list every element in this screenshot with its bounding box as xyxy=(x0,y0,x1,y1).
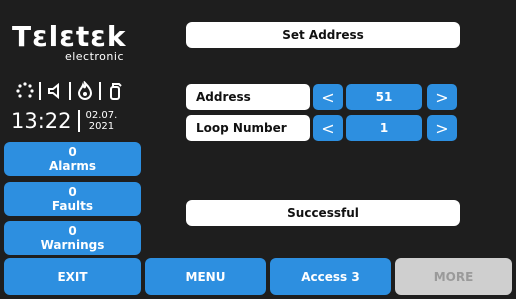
result-status: Successful xyxy=(186,200,460,226)
warnings-count: 0 xyxy=(68,224,77,238)
clock: 13:22 02.07. 2021 xyxy=(11,109,117,133)
more-button[interactable]: MORE xyxy=(395,258,512,295)
chevron-left-icon: < xyxy=(321,118,335,138)
alarms-count: 0 xyxy=(68,145,77,159)
address-value: 51 xyxy=(346,84,422,110)
separator xyxy=(39,82,41,100)
clock-time: 13:22 xyxy=(11,109,72,133)
separator xyxy=(77,110,80,132)
clock-date-day: 02.07. xyxy=(85,110,118,121)
logo-brand: Tεlεtεk xyxy=(12,20,127,53)
address-decrement-button[interactable]: < xyxy=(313,84,343,110)
extinguisher-icon xyxy=(105,81,125,101)
screen: Tεlεtεk electronic 13:22 02.07. 2021 0 A… xyxy=(0,0,516,299)
teletek-logo: Tεlεtεk electronic xyxy=(12,20,142,64)
chevron-right-icon: > xyxy=(435,118,449,138)
clock-date: 02.07. 2021 xyxy=(86,110,118,132)
alarms-label: Alarms xyxy=(48,159,97,173)
loop-number-label: Loop Number xyxy=(186,115,310,141)
exit-button[interactable]: EXIT xyxy=(4,258,141,295)
loop-number-value: 1 xyxy=(346,115,422,141)
separator xyxy=(99,82,101,100)
chevron-right-icon: > xyxy=(435,87,449,107)
loop-decrement-button[interactable]: < xyxy=(313,115,343,141)
warnings-button[interactable]: 0 Warnings xyxy=(4,221,141,255)
menu-button[interactable]: MENU xyxy=(145,258,266,295)
faults-label: Faults xyxy=(51,199,94,213)
alarms-button[interactable]: 0 Alarms xyxy=(4,142,141,176)
speaker-icon xyxy=(45,81,65,101)
address-label: Address xyxy=(186,84,310,110)
clock-date-year: 2021 xyxy=(88,121,115,132)
warnings-label: Warnings xyxy=(40,238,105,252)
loop-increment-button[interactable]: > xyxy=(427,115,457,141)
faults-count: 0 xyxy=(68,185,77,199)
chevron-left-icon: < xyxy=(321,87,335,107)
page-title: Set Address xyxy=(186,22,460,48)
separator xyxy=(69,82,71,100)
status-icons xyxy=(15,80,145,102)
faults-button[interactable]: 0 Faults xyxy=(4,182,141,216)
power-dots-icon xyxy=(15,81,35,101)
address-increment-button[interactable]: > xyxy=(427,84,457,110)
fire-icon xyxy=(75,80,95,101)
access-level-button[interactable]: Access 3 xyxy=(270,258,391,295)
